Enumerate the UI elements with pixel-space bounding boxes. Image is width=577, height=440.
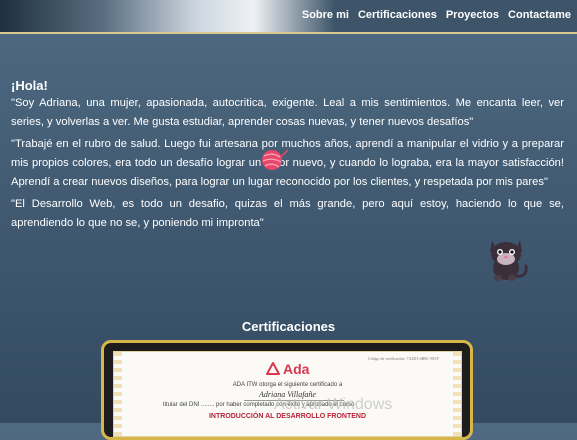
activate-windows-watermark: Activar Windows: [274, 396, 393, 413]
certificate-course-title: INTRODUCCIÓN AL DESARROLLO FRONTEND: [208, 413, 367, 420]
main-nav: Sobre mi Certificaciones Proyectos Conta…: [302, 9, 571, 21]
about-paragraph-1: "Soy Adriana, una mujer, apasionada, aut…: [11, 97, 564, 128]
certifications-title: Certificaciones: [241, 318, 336, 334]
ada-logo-text: Ada: [282, 361, 310, 377]
nav-link-proyectos[interactable]: Proyectos: [446, 9, 499, 21]
nav-link-contactame[interactable]: Contactame: [508, 9, 571, 21]
greeting-heading: ¡Hola!: [11, 78, 48, 93]
ada-logo-icon: [265, 362, 280, 375]
certificate-card[interactable]: Código de verificación: 7A2D3-4B8C-9E1F …: [101, 340, 473, 440]
top-header: Sobre mi Certificaciones Proyectos Conta…: [0, 0, 577, 34]
about-paragraph-3: "El Desarrollo Web, es todo un desafio, …: [11, 198, 564, 229]
certificate-image: Código de verificación: 7A2D3-4B8C-9E1F …: [113, 351, 462, 437]
ada-logo: Ada: [114, 361, 461, 377]
nav-link-certificaciones[interactable]: Certificaciones: [358, 9, 437, 21]
certificate-intro-text: ADA ITW otorga el siguiente certificado …: [232, 382, 343, 388]
cat-icon: [490, 240, 528, 281]
yarn-ball-icon: [262, 149, 289, 170]
nav-link-sobre-mi[interactable]: Sobre mi: [302, 9, 349, 21]
